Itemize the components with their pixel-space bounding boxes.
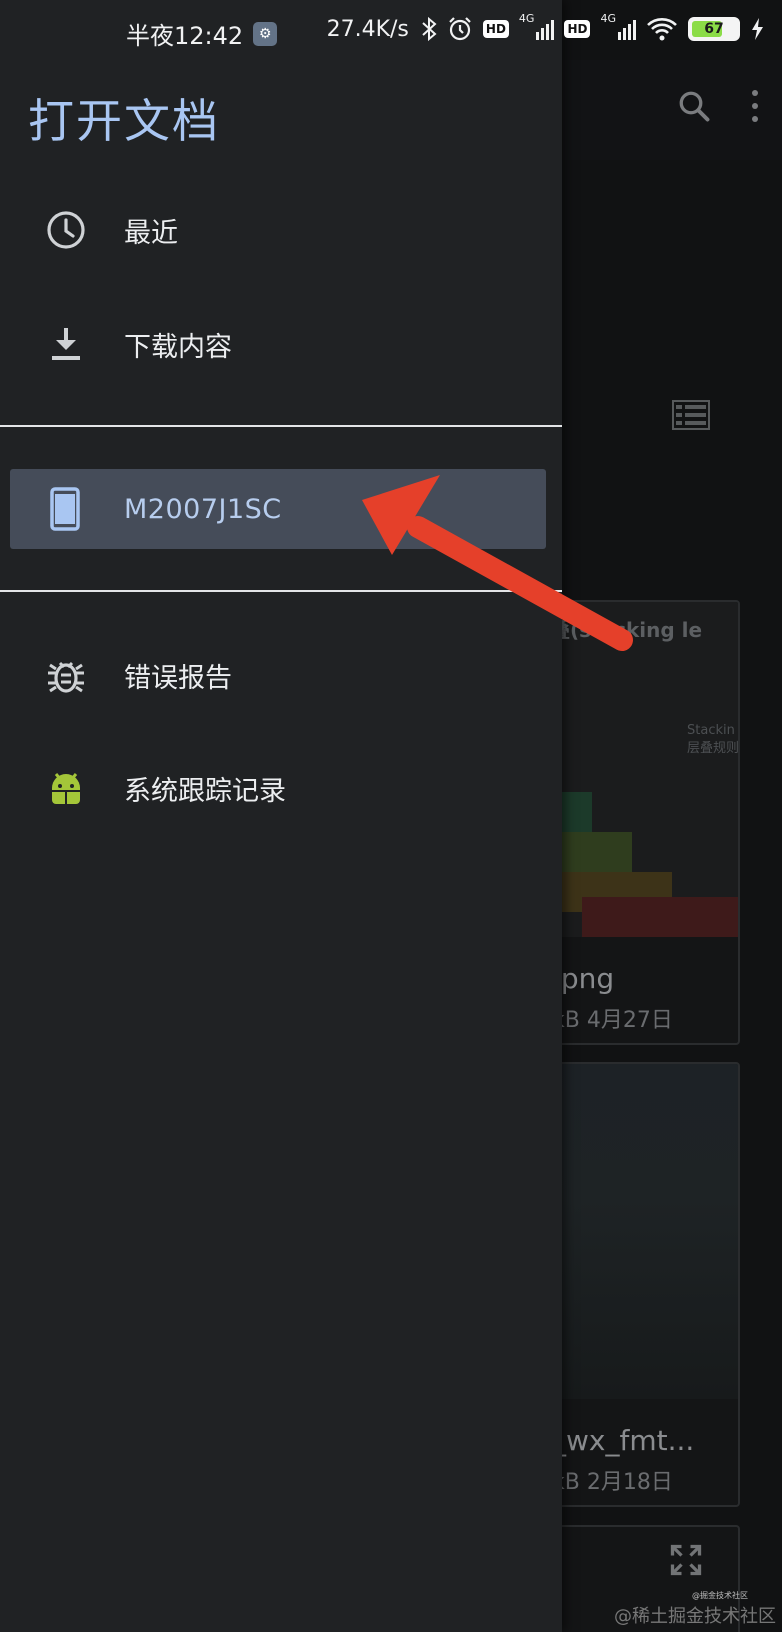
file-thumbnail: 叠(stacking le Stackin 层叠规则	[542, 602, 740, 937]
thumbnail-caption: 叠(stacking le	[550, 618, 703, 642]
network-speed: 27.4K/s	[326, 16, 409, 42]
device-label: M2007J1SC	[124, 493, 282, 525]
hd-icon: HD	[564, 20, 591, 38]
alarm-icon	[449, 17, 471, 41]
status-left: 半夜12:42 ⚙	[126, 16, 278, 51]
drawer-title: 打开文档	[28, 94, 220, 148]
file-name: _wx_fmt...	[552, 1424, 695, 1457]
nav-item-bug-report[interactable]: 错误报告	[0, 625, 562, 725]
thumbnail-note-line: Stackin	[687, 723, 735, 738]
signal-strength-icon: 4G	[519, 12, 555, 40]
phone-icon	[50, 487, 80, 531]
clock-text: 半夜12:42	[126, 22, 244, 50]
nav-item-system-trace[interactable]: 系统跟踪记录	[0, 738, 562, 838]
bluetooth-icon	[422, 16, 437, 42]
watermark: @掘金技术社区 @稀土掘金技术社区	[614, 1591, 776, 1628]
file-card[interactable]: _wx_fmt... kB 2月18日	[540, 1062, 740, 1507]
watermark-text: @稀土掘金技术社区	[614, 1606, 776, 1627]
nav-item-downloads[interactable]: 下载内容	[0, 294, 562, 394]
file-thumbnail	[542, 1064, 738, 1399]
wifi-icon	[647, 18, 677, 41]
file-meta: kB 4月27日	[552, 1008, 673, 1033]
nav-item-label: 最近	[124, 217, 178, 249]
file-meta: kB 2月18日	[552, 1470, 673, 1495]
bug-icon	[44, 653, 88, 697]
file-card[interactable]: 叠(stacking le Stackin 层叠规则 .png kB 4月27日	[540, 600, 740, 1045]
background-toolbar-icons	[676, 88, 758, 124]
more-options-icon	[752, 90, 758, 124]
thumbnail-note: Stackin 层叠规则	[687, 722, 740, 758]
clock-icon	[44, 208, 88, 252]
nav-item-label: 错误报告	[124, 662, 232, 694]
android-icon	[44, 766, 88, 810]
search-icon	[679, 91, 710, 122]
watermark-small: @掘金技术社区	[692, 1591, 748, 1600]
charging-icon	[752, 18, 763, 40]
expand-icon	[670, 1544, 702, 1576]
divider	[0, 590, 562, 592]
battery-level: 67	[704, 21, 724, 37]
nav-item-label: 下载内容	[124, 331, 232, 363]
nav-item-recent[interactable]: 最近	[0, 180, 562, 280]
status-bar: 半夜12:42 ⚙ 27.4K/s HD 4G HD 4G 67	[0, 0, 782, 60]
nav-item-device[interactable]: M2007J1SC	[10, 469, 546, 549]
screen: d 叠(stacking le Stackin 层叠规则 .png kB 4月	[0, 0, 782, 1632]
nav-item-label: 系统跟踪记录	[124, 775, 286, 807]
navigation-drawer: 打开文档 最近 下载内容 M2007J1SC 错误报告 系统跟踪记录	[0, 0, 562, 1632]
thumbnail-note-line: 层叠规则	[687, 741, 740, 756]
battery-icon: 67	[688, 17, 740, 41]
list-view-icon	[672, 400, 710, 430]
divider	[0, 425, 562, 427]
signal-strength-icon: 4G	[600, 12, 636, 40]
status-right: 27.4K/s HD 4G HD 4G 67	[326, 12, 764, 42]
settings-badge-icon: ⚙	[253, 21, 278, 46]
download-icon	[44, 322, 88, 366]
hd-icon: HD	[482, 20, 509, 38]
